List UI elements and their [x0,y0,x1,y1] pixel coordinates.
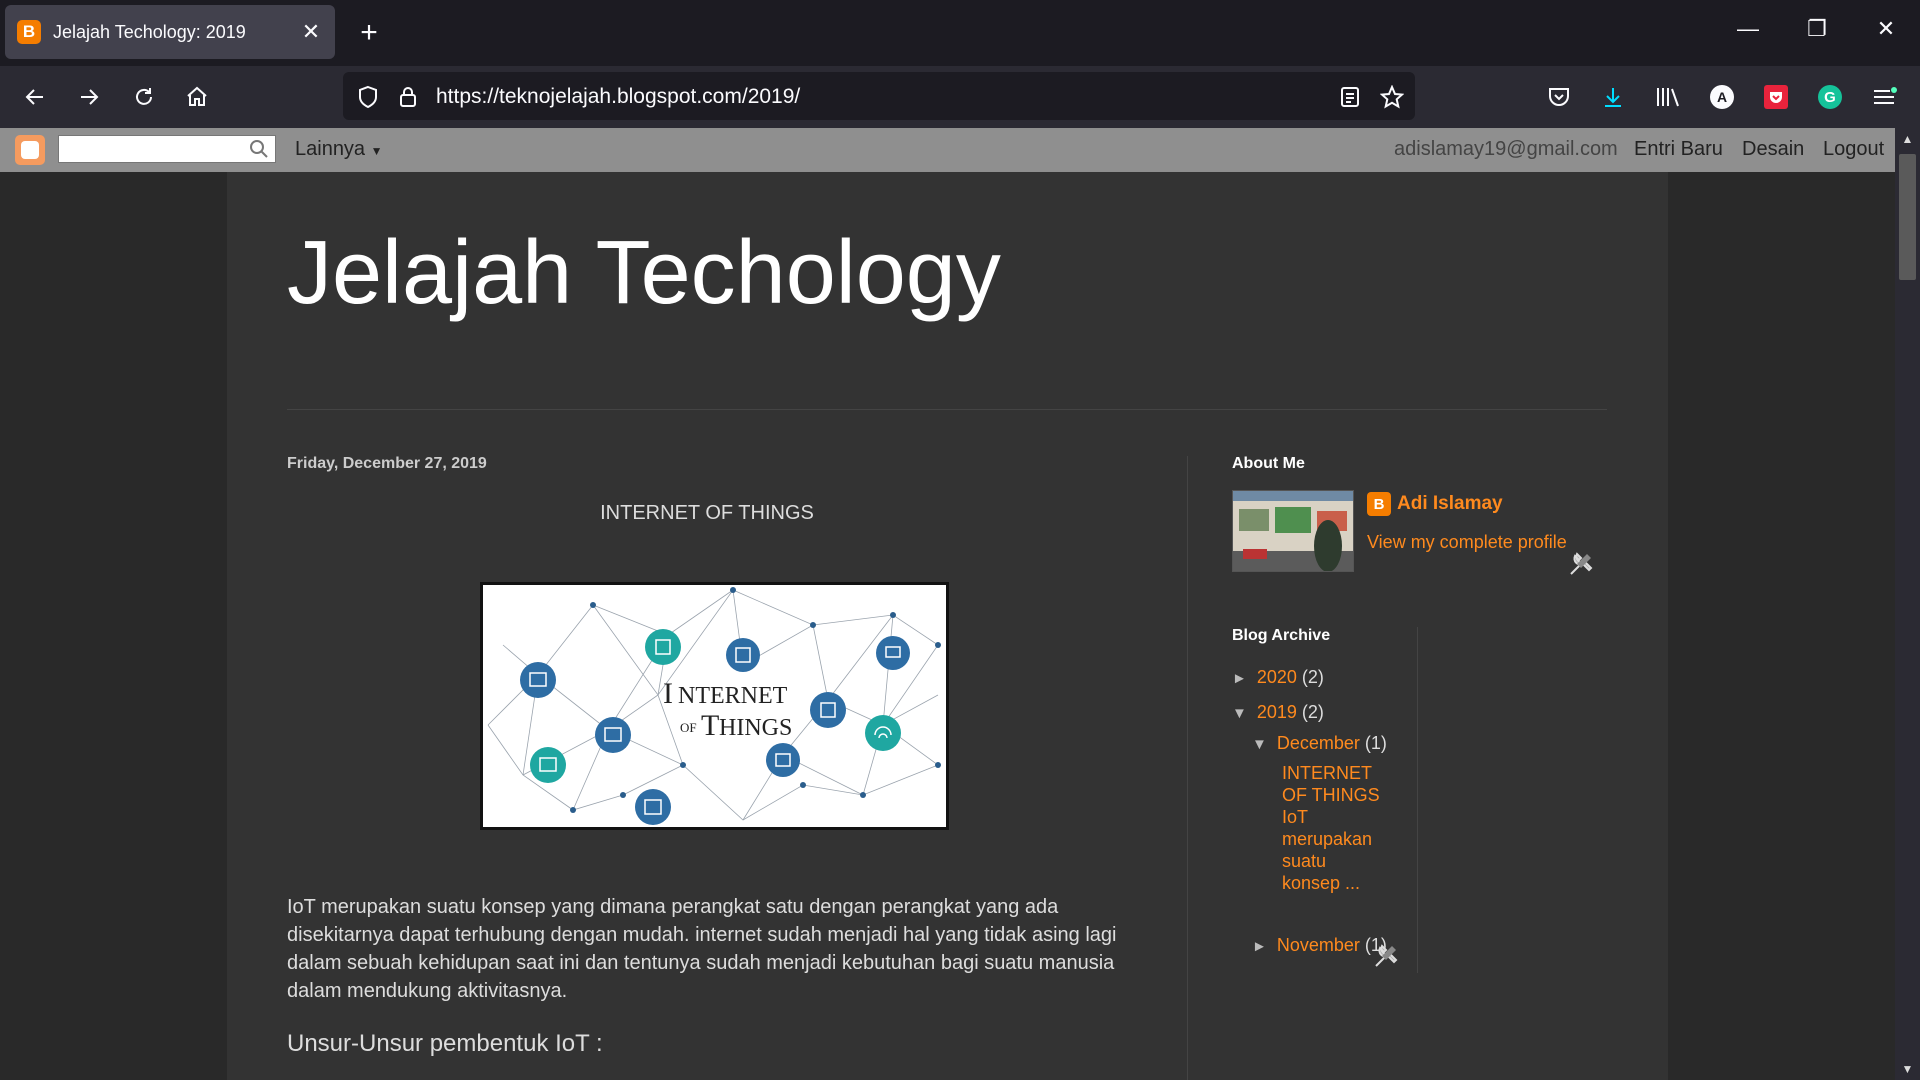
archive-count: (2) [1301,667,1324,687]
navigation-bar: https://teknojelajah.blogspot.com/2019/ … [0,66,1920,128]
header-divider [287,409,1607,410]
address-bar[interactable]: https://teknojelajah.blogspot.com/2019/ [343,72,1415,120]
new-tab-button[interactable]: + [354,16,384,50]
blog-archive-heading: Blog Archive [1232,627,1331,644]
svg-text:G: G [1824,89,1836,106]
archive-year-label[interactable]: 2019 [1257,702,1297,722]
profile-name-link[interactable]: B Adi Islamay [1367,492,1503,516]
shield-icon[interactable] [355,84,381,110]
reload-icon[interactable] [127,80,161,114]
archive-year-2020[interactable]: ► 2020 (2) [1232,667,1324,688]
bookmark-star-icon[interactable] [1379,84,1405,110]
tab-close-icon[interactable]: ✕ [299,19,323,45]
back-icon[interactable] [18,80,52,114]
blogger-profile-icon: B [1367,492,1391,516]
more-dropdown[interactable]: Lainnya ▼ [295,138,383,161]
profile-name: Adi Islamay [1397,493,1503,514]
url-text[interactable]: https://teknojelajah.blogspot.com/2019/ [436,85,800,109]
svg-text:I: I [663,677,673,710]
browser-tab[interactable]: B Jelajah Techology: 2019 ✕ [5,5,335,59]
pocket-extension-icon[interactable] [1759,80,1793,114]
design-link[interactable]: Desain [1742,138,1804,161]
tab-title: Jelajah Techology: 2019 [53,21,246,42]
archive-year-2019[interactable]: ▼ 2019 (2) [1232,702,1324,723]
blog-title[interactable]: Jelajah Techology [287,222,1001,325]
library-icon[interactable] [1651,80,1685,114]
archive-divider [1417,627,1418,973]
restore-icon[interactable]: ❐ [1797,16,1837,42]
image-word-of: OF [680,720,697,735]
grammarly-icon[interactable]: G [1813,80,1847,114]
view-profile-link[interactable]: View my complete profile [1367,532,1567,553]
download-icon[interactable] [1596,80,1630,114]
archive-post-link[interactable]: INTERNET OF THINGS IoT merupakan suatu k… [1282,762,1382,894]
user-email: adislamay19@gmail.com [1394,138,1618,160]
archive-month-label[interactable]: November [1277,935,1360,955]
column-divider [1187,456,1188,1080]
blog-search-input[interactable] [58,135,276,163]
expanded-triangle-icon[interactable]: ▼ [1252,736,1267,753]
archive-count: (1) [1364,733,1387,753]
post-title: INTERNET OF THINGS [600,502,814,524]
profile-photo[interactable] [1232,490,1354,572]
archive-count: (2) [1301,702,1324,722]
collapsed-triangle-icon[interactable]: ► [1232,670,1247,687]
blogger-favicon-icon: B [17,20,41,44]
image-word-things: HINGS [719,715,792,741]
more-label: Lainnya [295,138,366,160]
blogger-navbar: Lainnya ▼ adislamay19@gmail.com Entri Ba… [0,128,1895,172]
forward-icon[interactable] [72,80,106,114]
edit-widget-icon[interactable] [1567,550,1595,578]
tab-strip: B Jelajah Techology: 2019 ✕ + — ❐ ✕ [0,0,1920,66]
scroll-down-icon[interactable]: ▼ [1895,1062,1920,1076]
collapsed-triangle-icon[interactable]: ► [1252,938,1267,955]
caret-down-icon: ▼ [370,144,383,158]
lock-icon[interactable] [395,84,421,110]
home-icon[interactable] [180,80,214,114]
blogger-logo-icon[interactable] [15,135,45,165]
post-subheading: Unsur-Unsur pembentuk IoT : [287,1030,603,1057]
minimize-icon[interactable]: — [1728,16,1768,42]
post-date: Friday, December 27, 2019 [287,455,487,472]
image-word-internet: NTERNET [678,683,788,709]
svg-text:A: A [1717,89,1727,105]
search-icon[interactable] [249,139,269,159]
post-paragraph: IoT merupakan suatu konsep yang dimana p… [287,896,1117,1002]
archive-year-label[interactable]: 2020 [1257,667,1297,687]
scroll-up-icon[interactable]: ▲ [1895,132,1920,146]
blog-content: Jelajah Techology Friday, December 27, 2… [227,172,1668,1080]
expanded-triangle-icon[interactable]: ▼ [1232,705,1247,722]
pocket-icon[interactable] [1542,80,1576,114]
blog-page: Jelajah Techology Friday, December 27, 2… [0,172,1895,1080]
svg-text:T: T [701,709,719,742]
edit-archive-icon[interactable] [1372,942,1400,970]
archive-month-december[interactable]: ▼ December (1) [1252,733,1387,754]
logout-link[interactable]: Logout [1823,138,1884,161]
post-image[interactable]: I NTERNET OF T HINGS [480,582,949,830]
new-post-link[interactable]: Entri Baru [1634,138,1723,161]
scrollbar-thumb[interactable] [1899,154,1916,280]
page-scrollbar[interactable]: ▲ ▼ [1895,128,1920,1080]
menu-icon[interactable] [1867,80,1901,114]
account-avatar-icon[interactable]: A [1705,80,1739,114]
archive-month-november[interactable]: ► November (1) [1252,935,1387,956]
window-close-icon[interactable]: ✕ [1866,16,1906,42]
reader-view-icon[interactable] [1337,84,1363,110]
archive-month-label[interactable]: December [1277,733,1360,753]
about-me-heading: About Me [1232,455,1305,472]
